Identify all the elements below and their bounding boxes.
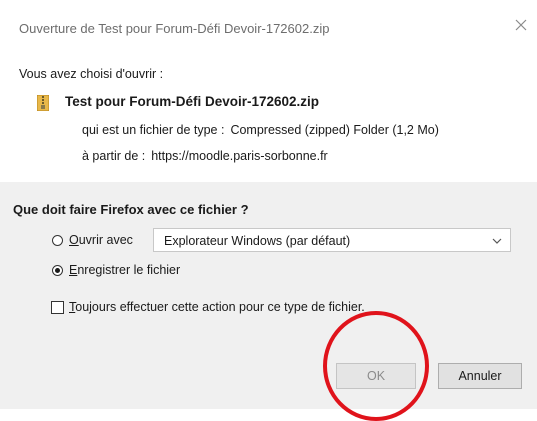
ok-button[interactable]: OK (336, 363, 416, 389)
file-source-value: https://moodle.paris-sorbonne.fr (151, 149, 328, 163)
window-title: Ouverture de Test pour Forum-Défi Devoir… (19, 21, 330, 36)
cancel-button[interactable]: Annuler (438, 363, 522, 389)
close-icon (515, 19, 527, 31)
download-dialog: Ouverture de Test pour Forum-Défi Devoir… (0, 0, 537, 421)
file-type-value: Compressed (zipped) Folder (1,2 Mo) (230, 123, 439, 137)
open-with-radio[interactable] (52, 235, 63, 246)
choice-intro: Vous avez choisi d'ouvrir : (19, 67, 164, 81)
file-type-line: qui est un fichier de type : Compressed (… (82, 123, 439, 137)
action-question: Que doit faire Firefox avec ce fichier ? (13, 202, 249, 217)
save-file-radio[interactable] (52, 265, 63, 276)
file-source-label: à partir de : (82, 149, 146, 163)
file-source-line: à partir de : https://moodle.paris-sorbon… (82, 149, 328, 163)
title-bar: Ouverture de Test pour Forum-Défi Devoir… (0, 0, 537, 38)
always-do-checkbox[interactable] (51, 301, 64, 314)
save-file-label[interactable]: Enregistrer le fichier (69, 263, 180, 277)
application-select[interactable]: Explorateur Windows (par défaut) (153, 228, 511, 252)
always-do-label[interactable]: Toujours effectuer cette action pour ce … (69, 300, 365, 314)
file-type-label: qui est un fichier de type : (82, 123, 225, 137)
zip-folder-icon (37, 95, 49, 111)
application-select-value: Explorateur Windows (par défaut) (164, 234, 351, 248)
open-with-label[interactable]: Ouvrir avec (69, 233, 133, 247)
file-name: Test pour Forum-Défi Devoir-172602.zip (65, 94, 320, 109)
file-info-panel: Vous avez choisi d'ouvrir : Test pour Fo… (0, 47, 537, 182)
close-button[interactable] (510, 14, 532, 36)
chevron-down-icon (492, 238, 502, 244)
action-panel: Que doit faire Firefox avec ce fichier ?… (0, 182, 537, 409)
